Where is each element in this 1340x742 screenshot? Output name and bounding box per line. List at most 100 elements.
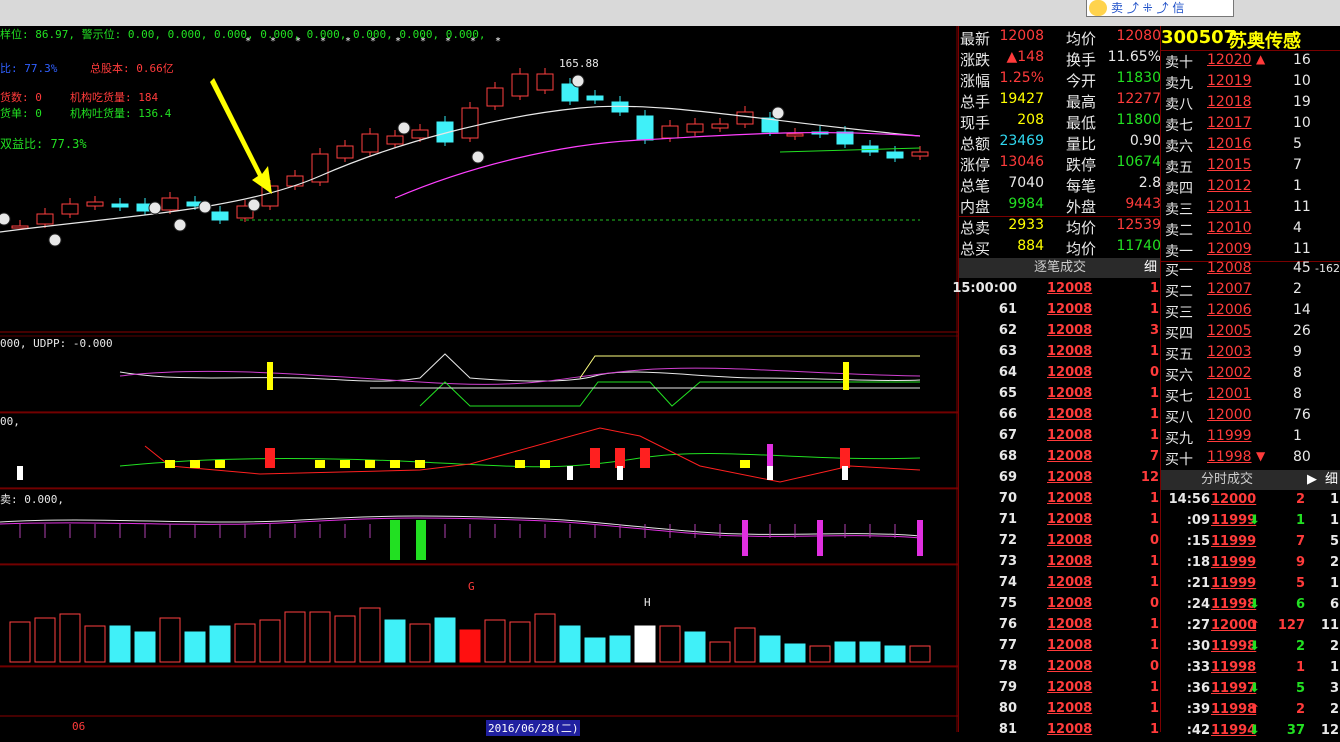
bid-row: 买三 12006 14	[1161, 301, 1340, 322]
volume-bar	[309, 611, 331, 663]
main-indicator-line1: 样位: 86.97, 警示位: 0.00, 0.000, 0.000, 0.00…	[0, 28, 486, 41]
split-arrow-icon: ⬇	[1249, 597, 1260, 612]
volume-bar	[659, 625, 681, 663]
tick-price: 12008	[1047, 659, 1093, 674]
quote-value: 23469	[999, 133, 1044, 149]
indicator2-yellow-block	[740, 460, 750, 468]
candle-body	[611, 101, 629, 113]
volume-bar	[809, 645, 831, 663]
ask-volume: 7	[1293, 157, 1302, 173]
stock-code: 300507	[1161, 27, 1237, 48]
volume-bar	[359, 607, 381, 663]
tick-price: 12008	[1047, 344, 1093, 359]
volume-bar	[434, 617, 456, 663]
quote-label: 跌停	[1066, 156, 1097, 174]
volume-bar	[884, 645, 906, 663]
bid-row: 买九 11999 1	[1161, 427, 1340, 448]
tick-row: 63 12008 1	[959, 342, 1161, 363]
split-count: 3	[1329, 681, 1339, 696]
split-volume: 2	[1295, 492, 1305, 507]
bid-label: 买九	[1165, 431, 1193, 447]
tick-price: 12008	[1047, 701, 1093, 716]
tick-price: 12008	[1047, 575, 1093, 590]
tick-time: 79	[998, 680, 1017, 695]
volume-bar	[559, 625, 581, 663]
split-row: :24 11998 ⬇ 6 6	[1161, 595, 1340, 616]
split-time: 14:56	[1168, 492, 1210, 507]
quote-row: 总笔 7040 每笔 2.8	[959, 174, 1161, 195]
price-peak-label: 165.88	[559, 57, 599, 70]
star-marker: *	[495, 36, 501, 47]
bid-row: 买十 11998 ▼ 80	[1161, 448, 1340, 469]
tick-price: 12008	[1047, 617, 1093, 632]
bid-price: 12001	[1207, 386, 1252, 402]
volume-bar	[134, 631, 156, 663]
tick-row: 81 12008 1	[959, 720, 1161, 741]
quote-row: 总买 884 均价 11740	[959, 237, 1161, 258]
bid-label: 买一	[1165, 263, 1193, 279]
quote-row: 总手 19427 最高 12277	[959, 90, 1161, 111]
volume-bar	[209, 625, 231, 663]
ask-price: 12009	[1207, 241, 1252, 257]
indicator3-white-line	[0, 515, 921, 537]
tick-row: 78 12008 0	[959, 657, 1161, 678]
tick-time: 67	[998, 428, 1017, 443]
tick-volume: 1	[1149, 407, 1159, 422]
split-time: :36	[1186, 681, 1210, 696]
volume-bar	[9, 621, 31, 663]
signal-toolbar-button[interactable]: 卖 ⤴ ⁜ ⤴ 信	[1086, 0, 1234, 17]
candle-body	[11, 225, 29, 229]
smiley-icon	[148, 201, 162, 215]
smiley-logo-icon	[1089, 0, 1107, 16]
tick-time: 74	[998, 575, 1017, 590]
candle-body	[586, 95, 604, 101]
indicator1-bar	[267, 362, 273, 390]
candle-body	[486, 87, 504, 107]
ask-price: 12019	[1207, 73, 1252, 89]
bid-row: 买一 12008 45 -162	[1161, 259, 1340, 280]
split-play-button[interactable]: ▶	[1307, 470, 1317, 490]
quote-label: 现手	[960, 114, 991, 132]
tick-row: 77 12008 1	[959, 636, 1161, 657]
tick-time: 71	[998, 512, 1017, 527]
candle-body	[786, 133, 804, 137]
tick-price: 12008	[1047, 302, 1093, 317]
split-row: :18 11999 9 2	[1161, 553, 1340, 574]
split-time: :30	[1186, 639, 1210, 654]
tick-header: 逐笔成交 细	[959, 258, 1161, 278]
quote-value: 10674	[1116, 154, 1161, 170]
quote-label: 均价	[1066, 219, 1097, 237]
window-top-bar: 卖 ⤴ ⁜ ⤴ 信	[0, 0, 1340, 26]
split-volume: 5	[1295, 681, 1305, 696]
tick-time: 80	[998, 701, 1017, 716]
tick-time: 64	[998, 365, 1017, 380]
bid-volume: 80	[1293, 449, 1311, 465]
bid-price: 12005	[1207, 323, 1252, 339]
kline-chart-area[interactable]: * * * * * * * * * * * 样位: 86.97, 警示位: 0.00, 0.000,…	[0, 26, 958, 736]
split-detail-button[interactable]: 细	[1325, 470, 1338, 490]
volume-bar	[584, 637, 606, 663]
indicator2-yellow-block	[340, 460, 350, 468]
ask-row: 卖二 12010 4	[1161, 219, 1340, 240]
candle-body	[286, 175, 304, 187]
bid-price: 11998	[1207, 449, 1252, 465]
split-count: 1	[1329, 492, 1339, 507]
indicator3-green-bar	[416, 520, 426, 560]
tick-volume: 0	[1149, 596, 1159, 611]
volume-bar	[59, 613, 81, 663]
quote-row: 现手 208 最低 11800	[959, 111, 1161, 132]
ask-row: 卖一 12009 11	[1161, 240, 1340, 261]
ask-volume: 10	[1293, 73, 1311, 89]
candle-body	[61, 203, 79, 215]
volume-bar	[709, 641, 731, 663]
split-volume: 2	[1295, 639, 1305, 654]
tick-row: 66 12008 1	[959, 405, 1161, 426]
ask-price: 12018	[1207, 94, 1252, 110]
bid-row: 买五 12003 9	[1161, 343, 1340, 364]
tick-detail-button[interactable]: 细	[1144, 258, 1157, 278]
tick-volume: 1	[1149, 638, 1159, 653]
bid-volume: 26	[1293, 323, 1311, 339]
tick-price: 12008	[1047, 533, 1093, 548]
indicator3-magenta-bar	[817, 520, 823, 556]
indicator2-red-block	[590, 448, 600, 468]
